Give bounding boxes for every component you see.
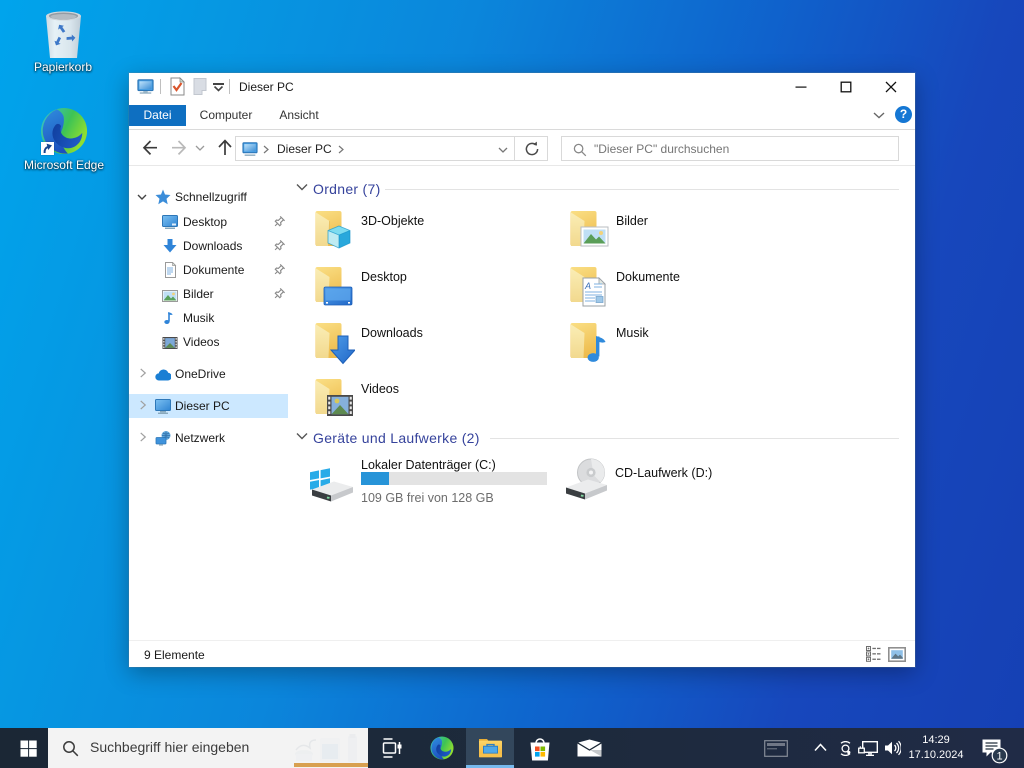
svg-text:1: 1 [996,751,1002,763]
svg-text:A: A [584,281,591,291]
